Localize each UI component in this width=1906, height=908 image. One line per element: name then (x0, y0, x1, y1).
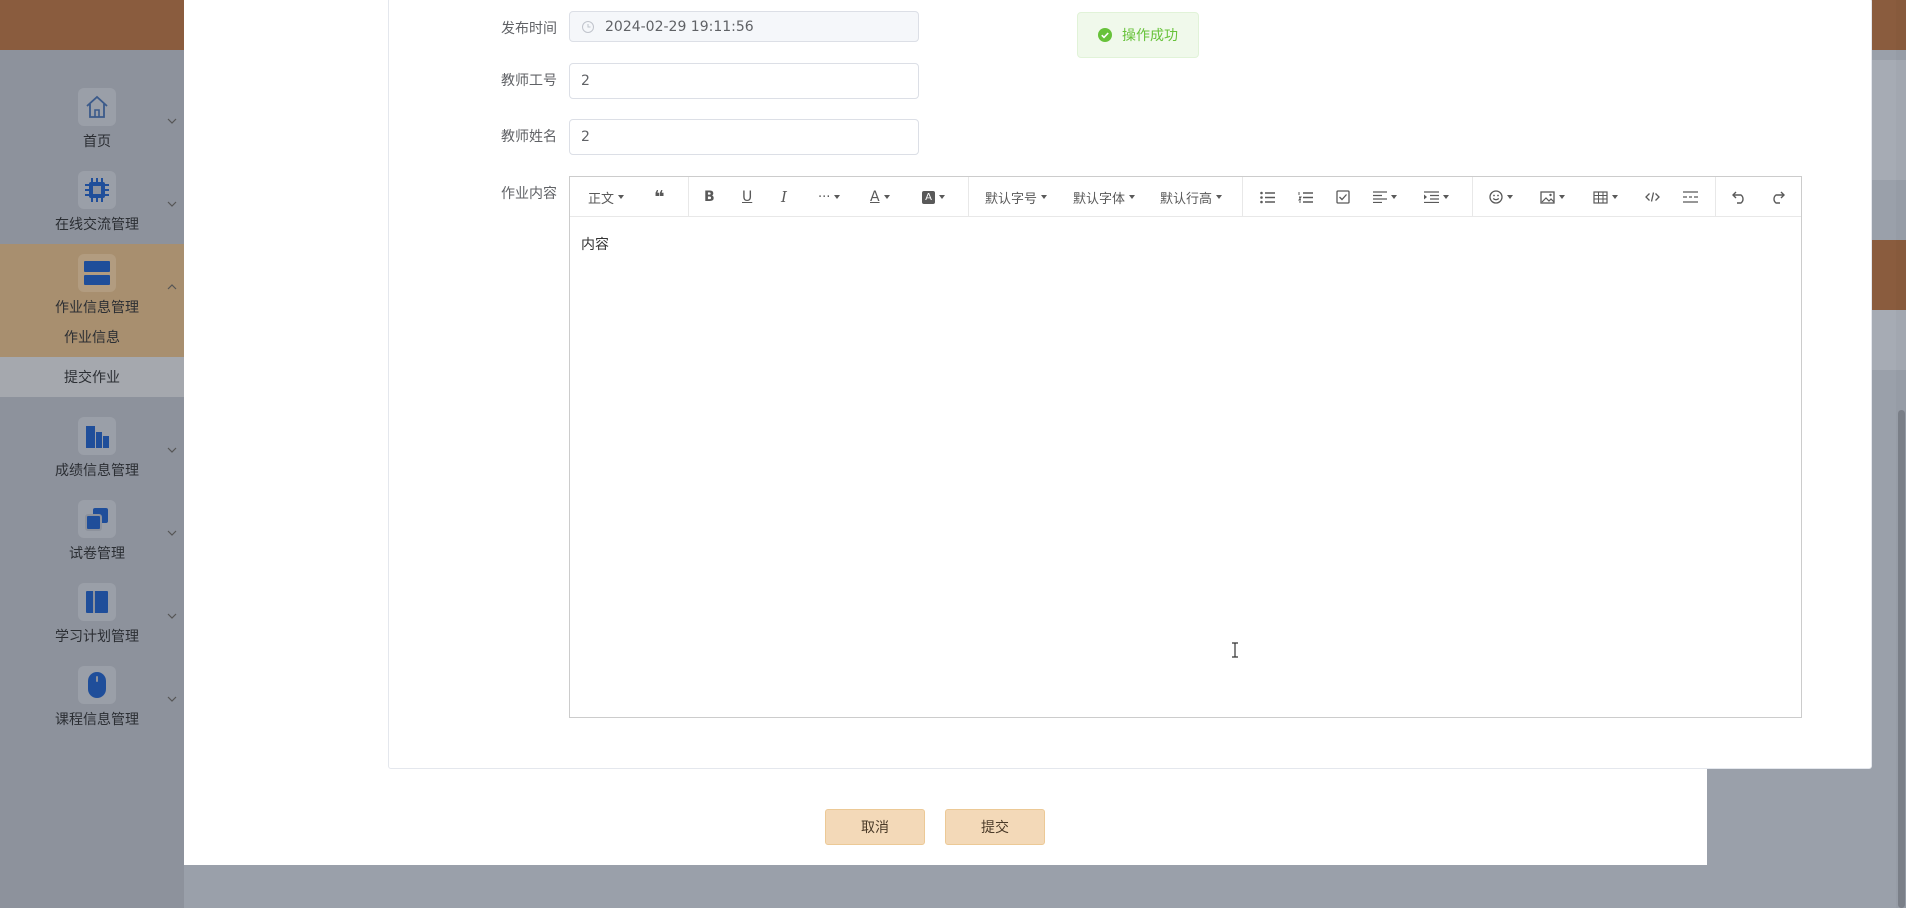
numbered-list-button[interactable] (1298, 177, 1313, 217)
italic-icon: I (781, 188, 787, 206)
clock-icon (582, 20, 594, 33)
italic-button[interactable]: I (781, 177, 787, 217)
teacher-name-value: 2 (581, 129, 590, 145)
publish-time-label: 发布时间 (501, 21, 557, 37)
table-button[interactable] (1593, 177, 1618, 217)
chip-icon (78, 171, 116, 209)
heading-select[interactable]: 正文 (588, 177, 625, 217)
code-button[interactable] (1645, 177, 1660, 217)
divider-button[interactable] (1683, 177, 1698, 217)
sidebar-item-label: 在线交流管理 (55, 217, 139, 233)
align-button[interactable] (1373, 177, 1397, 217)
publish-time-input[interactable]: 2024-02-29 19:11:56 (569, 11, 919, 42)
redo-button[interactable] (1770, 177, 1785, 217)
horizontal-rule-icon (1683, 191, 1698, 203)
sidebar-item-home[interactable]: 首页 (0, 78, 184, 161)
chevron-down-icon (167, 530, 177, 536)
content-label: 作业内容 (501, 186, 557, 202)
chevron-down-icon (167, 201, 177, 207)
numbered-list-icon (1298, 191, 1313, 203)
undo-icon (1732, 191, 1744, 204)
book-icon (78, 583, 116, 621)
bold-button[interactable]: B (704, 177, 715, 217)
font-color-button[interactable]: A (870, 177, 890, 217)
quote-button[interactable]: ❝ (654, 177, 665, 217)
todo-button[interactable] (1336, 177, 1350, 217)
background-color-button[interactable]: A (922, 177, 945, 217)
sidebar-subitem-homework-info[interactable]: 作业信息 (0, 317, 184, 357)
underline-button[interactable]: U (742, 177, 752, 217)
line-height-select-label: 默认行高 (1160, 191, 1213, 207)
copy-icon (78, 500, 116, 538)
chevron-down-icon (167, 613, 177, 619)
edit-dialog: 发布时间 2024-02-29 19:11:56 教师工号 2 教师姓名 2 作… (184, 0, 1872, 865)
emoji-icon (1489, 190, 1503, 204)
toast-message: 操作成功 (1122, 28, 1178, 44)
page-scrollbar-thumb[interactable] (1898, 410, 1905, 908)
image-button[interactable] (1540, 177, 1565, 217)
chevron-down-icon (167, 696, 177, 702)
publish-time-value: 2024-02-29 19:11:56 (605, 18, 754, 35)
sidebar-item-online-chat[interactable]: 在线交流管理 (0, 161, 184, 244)
bulleted-list-button[interactable] (1260, 177, 1275, 217)
sidebar-item-exam-papers[interactable]: 试卷管理 (0, 490, 184, 573)
code-icon (1645, 192, 1660, 202)
sidebar-item-course-info[interactable]: 课程信息管理 (0, 656, 184, 739)
sidebar-item-study-plan[interactable]: 学习计划管理 (0, 573, 184, 656)
sidebar-item-label: 课程信息管理 (55, 712, 139, 728)
table-icon (1593, 190, 1608, 204)
sidebar-subitem-submit-homework[interactable]: 提交作业 (0, 357, 184, 397)
layers-icon (78, 254, 116, 292)
font-family-select[interactable]: 默认字体 (1073, 177, 1136, 217)
indent-icon (1424, 191, 1439, 203)
teacher-name-input[interactable]: 2 (569, 119, 919, 155)
sidebar-item-homework-management[interactable]: 作业信息管理 (0, 244, 184, 327)
font-color-icon: A (870, 189, 880, 205)
sidebar-item-label: 首页 (83, 134, 111, 150)
home-icon (78, 88, 116, 126)
bulleted-list-icon (1260, 191, 1275, 203)
underline-icon: U (742, 189, 753, 205)
text-cursor-icon (1232, 642, 1238, 658)
chevron-up-icon (167, 284, 177, 290)
sidebar: 首页 在线交流管理 作业信息管理 作业信息 提交作业 成绩信息管理 试卷管理 学… (0, 50, 184, 908)
font-size-select[interactable]: 默认字号 (985, 177, 1048, 217)
mouse-icon (78, 666, 116, 704)
line-height-select[interactable]: 默认行高 (1160, 177, 1223, 217)
more-styles-button[interactable]: ··· (818, 177, 841, 217)
sidebar-item-label: 作业信息管理 (55, 300, 139, 316)
background-color-icon: A (922, 190, 935, 204)
indent-button[interactable] (1424, 177, 1449, 217)
teacher-id-value: 2 (581, 73, 590, 89)
editor-content[interactable]: 内容 (581, 234, 609, 254)
buildings-icon (78, 417, 116, 455)
chevron-down-icon (167, 447, 177, 453)
undo-button[interactable] (1732, 177, 1747, 217)
heading-select-label: 正文 (588, 191, 615, 207)
teacher-id-input[interactable]: 2 (569, 63, 919, 99)
quote-icon: ❝ (654, 186, 665, 208)
teacher-name-label: 教师姓名 (501, 129, 557, 145)
bold-icon: B (704, 189, 715, 205)
check-circle-icon (1098, 28, 1112, 42)
sidebar-item-label: 试卷管理 (69, 546, 125, 562)
rich-text-editor: 正文 ❝ B U I ··· A A 默认字号 默认字体 默认行高 内容 (569, 176, 1802, 718)
teacher-id-label: 教师工号 (501, 73, 557, 89)
editor-toolbar: 正文 ❝ B U I ··· A A 默认字号 默认字体 默认行高 (570, 177, 1801, 217)
font-family-select-label: 默认字体 (1073, 191, 1126, 207)
emoji-button[interactable] (1489, 177, 1513, 217)
success-toast: 操作成功 (1077, 12, 1199, 58)
sidebar-item-label: 学习计划管理 (55, 629, 139, 645)
chevron-down-icon (167, 118, 177, 124)
align-left-icon (1373, 191, 1387, 203)
more-icon: ··· (818, 189, 831, 205)
font-size-select-label: 默认字号 (985, 191, 1038, 207)
redo-icon (1773, 191, 1785, 204)
submit-button[interactable]: 提交 (945, 809, 1045, 845)
sidebar-item-grades-management[interactable]: 成绩信息管理 (0, 407, 184, 490)
checkbox-icon (1336, 190, 1350, 204)
image-icon (1540, 190, 1555, 204)
sidebar-item-label: 成绩信息管理 (55, 463, 139, 479)
cancel-button[interactable]: 取消 (825, 809, 925, 845)
